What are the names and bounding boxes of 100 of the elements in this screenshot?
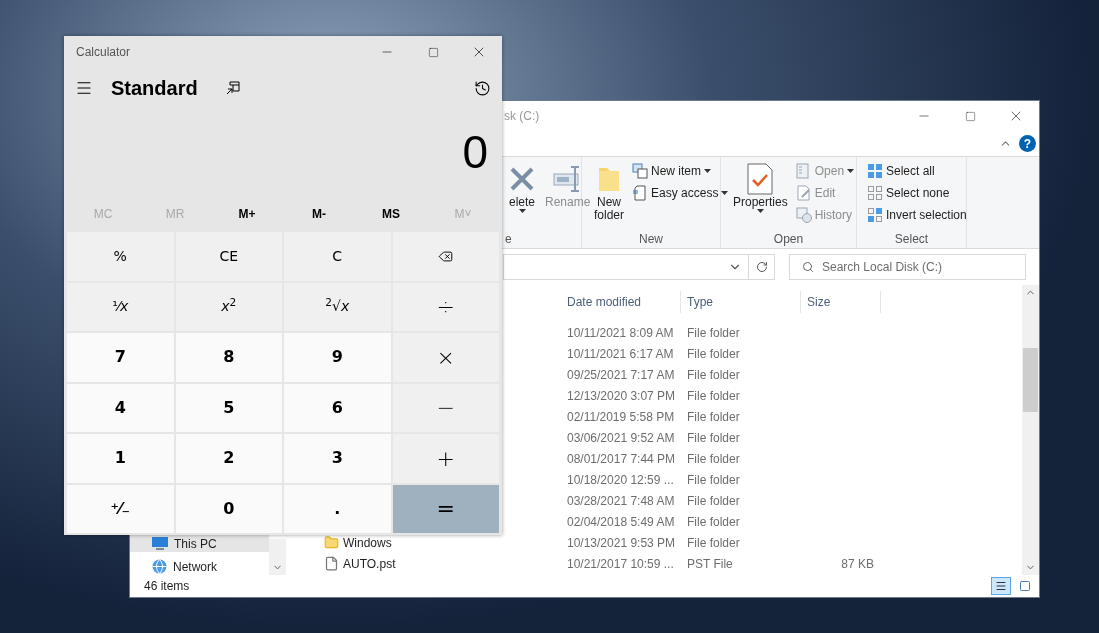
ribbon-small-button[interactable]: Easy access bbox=[632, 184, 729, 202]
date-cell-text: 10/21/2017 10:59 ... bbox=[566, 555, 675, 573]
type-cell-text: File folder bbox=[686, 471, 741, 489]
display-value: 0 bbox=[462, 128, 488, 175]
maximize-icon bbox=[427, 46, 439, 58]
edit-icon bbox=[795, 185, 812, 201]
maximize-icon bbox=[964, 110, 976, 122]
memory-button[interactable]: M- bbox=[283, 195, 355, 232]
calculator-key[interactable]: 1 bbox=[67, 434, 174, 483]
help-button[interactable]: ? bbox=[1019, 135, 1036, 152]
type-cell-text: File folder bbox=[686, 345, 741, 363]
properties-icon bbox=[747, 163, 774, 195]
calculator-key[interactable]: + bbox=[392, 434, 499, 483]
select-all-icon bbox=[867, 163, 883, 179]
date-cell-text: 03/28/2021 7:48 AM bbox=[566, 492, 676, 510]
date-cell-text: 02/04/2018 5:49 AM bbox=[566, 513, 676, 531]
scrollbar[interactable] bbox=[1022, 285, 1039, 575]
calculator-key[interactable]: 0 bbox=[175, 484, 282, 533]
address-field[interactable] bbox=[503, 254, 749, 280]
list-icon bbox=[995, 580, 1007, 592]
date-cell-text: 10/13/2021 9:53 PM bbox=[566, 534, 677, 552]
history-button[interactable] bbox=[472, 78, 492, 98]
menu-icon bbox=[75, 79, 93, 97]
caret-icon bbox=[756, 209, 764, 213]
calculator-key[interactable]: − bbox=[392, 383, 499, 432]
calculator-key[interactable]: 3 bbox=[284, 434, 391, 483]
date-cell-text: 03/06/2021 9:52 AM bbox=[566, 429, 676, 447]
calculator-key[interactable]: ⁺⁄₋ bbox=[67, 484, 174, 533]
date-cell-text: 10/11/2021 6:17 AM bbox=[566, 345, 675, 363]
type-cell-text: File folder bbox=[686, 513, 741, 531]
search-input[interactable]: Search Local Disk (C:) bbox=[822, 258, 1025, 276]
type-cell-text: File folder bbox=[686, 429, 741, 447]
search-field[interactable]: Search Local Disk (C:) bbox=[789, 254, 1026, 280]
ribbon-large-button[interactable]: Properties bbox=[731, 162, 790, 230]
type-cell-text: File folder bbox=[686, 324, 741, 342]
open-icon bbox=[795, 163, 812, 179]
memory-button[interactable]: M+ bbox=[211, 195, 283, 232]
easy-access-icon bbox=[632, 185, 648, 201]
memory-button[interactable]: MS bbox=[355, 195, 427, 232]
ribbon-large-button[interactable]: New folder bbox=[592, 162, 626, 230]
calculator-key[interactable]: 2 bbox=[175, 434, 282, 483]
date-cell-text: 02/11/2019 5:58 PM bbox=[566, 408, 676, 426]
ribbon-small-button[interactable]: Select all bbox=[867, 162, 967, 180]
calculator-key[interactable]: 9 bbox=[284, 333, 391, 382]
ribbon-small-button[interactable]: New item bbox=[632, 162, 729, 180]
window-title: sk (C:) bbox=[504, 108, 540, 125]
calculator-key[interactable]: ÷ bbox=[392, 282, 499, 331]
calculator-key[interactable]: 4 bbox=[67, 383, 174, 432]
status-text: 46 items bbox=[144, 578, 190, 595]
calculator-key[interactable]: 7 bbox=[67, 333, 174, 382]
size-cell-text: 87 KB bbox=[841, 555, 874, 573]
date-cell-text: 10/18/2020 12:59 ... bbox=[566, 471, 675, 489]
search-icon bbox=[802, 261, 814, 273]
nav-item[interactable]: Network bbox=[130, 558, 269, 575]
new-item-icon bbox=[632, 163, 648, 179]
ribbon-large-button[interactable]: elete bbox=[507, 162, 538, 230]
invert-selection-icon bbox=[867, 207, 883, 223]
calculator-key[interactable]: $^{2}$√x bbox=[284, 282, 391, 331]
calculator-key[interactable]: × bbox=[392, 333, 499, 382]
date-cell-text: 12/13/2020 3:07 PM bbox=[566, 387, 677, 405]
ribbon-group-label: e bbox=[504, 231, 513, 248]
type-cell-text: File folder bbox=[686, 408, 741, 426]
refresh-icon bbox=[755, 261, 768, 273]
calculator-key[interactable]: x$^{2}$ bbox=[175, 282, 282, 331]
date-cell-text: 08/01/2017 7:44 PM bbox=[566, 450, 677, 468]
ribbon-small-button[interactable]: Select none bbox=[867, 184, 967, 202]
backspace-button[interactable] bbox=[392, 232, 499, 281]
select-none-icon bbox=[867, 185, 883, 201]
ribbon-small-button[interactable]: Invert selection bbox=[867, 206, 967, 224]
calculator-key[interactable]: . bbox=[284, 484, 391, 533]
history-icon bbox=[795, 207, 812, 223]
calculator-key[interactable]: 5 bbox=[175, 383, 282, 432]
folder-icon bbox=[598, 165, 620, 193]
column-header[interactable]: Size bbox=[801, 291, 881, 313]
ribbon-group-label: Open bbox=[772, 231, 805, 248]
calculator-key[interactable]: C bbox=[284, 232, 391, 281]
calculator-key[interactable]: 8 bbox=[175, 333, 282, 382]
delete-x-icon bbox=[509, 166, 535, 192]
backspace-icon bbox=[438, 248, 454, 264]
file-name[interactable]: Windows bbox=[343, 533, 392, 552]
nav-scrollbar[interactable] bbox=[269, 539, 286, 575]
type-cell-text: File folder bbox=[686, 387, 741, 405]
calculator-key[interactable]: = bbox=[392, 484, 499, 533]
calculator-key[interactable]: CE bbox=[175, 232, 282, 281]
scrollbar-thumb[interactable] bbox=[1023, 348, 1038, 412]
details-view-button[interactable] bbox=[991, 577, 1011, 595]
caret-icon bbox=[704, 169, 712, 173]
column-header[interactable]: Type bbox=[681, 291, 801, 313]
column-header[interactable]: Date modified bbox=[561, 291, 681, 313]
calculator-key[interactable]: 6 bbox=[284, 383, 391, 432]
ribbon-group-label: Select bbox=[893, 231, 930, 248]
refresh-button[interactable] bbox=[749, 254, 775, 280]
type-cell-text: File folder bbox=[686, 492, 741, 510]
file-icon bbox=[324, 556, 339, 571]
window-title: Calculator bbox=[76, 44, 131, 61]
keep-on-top-icon bbox=[225, 81, 240, 95]
nav-item[interactable]: This PC bbox=[130, 535, 269, 552]
file-name[interactable]: AUTO.pst bbox=[343, 554, 396, 573]
calculator-key[interactable]: ¹⁄x bbox=[67, 282, 174, 331]
calculator-key[interactable]: % bbox=[67, 232, 174, 281]
